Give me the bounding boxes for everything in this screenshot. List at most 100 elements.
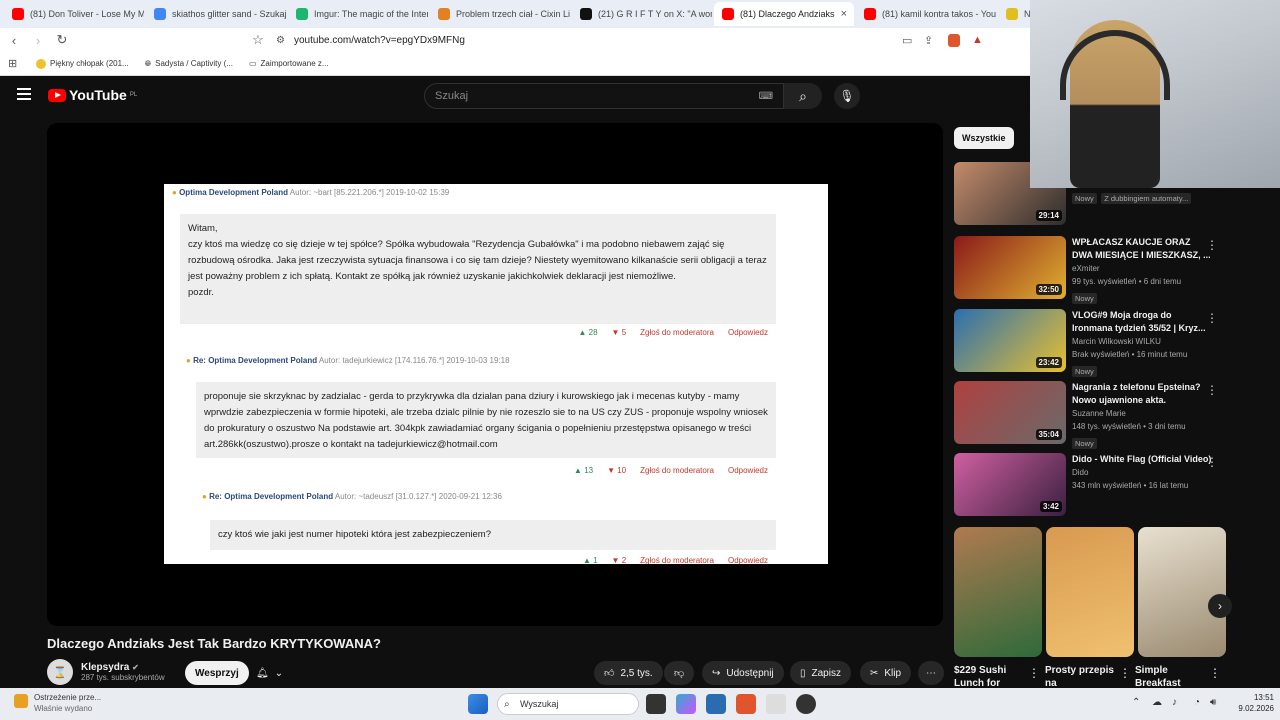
- emoji-icon: [36, 58, 46, 69]
- more-vert-icon[interactable]: ⋮: [1206, 311, 1218, 325]
- cast-icon[interactable]: ▭: [902, 34, 912, 47]
- apps-grid-icon[interactable]: ⊞: [8, 57, 17, 70]
- clip-button[interactable]: ✂ Klip: [860, 661, 912, 685]
- more-vert-icon[interactable]: ⋮: [1206, 238, 1218, 252]
- short-thumbnail[interactable]: [1046, 527, 1134, 657]
- channel-avatar[interactable]: ⌛: [47, 659, 73, 685]
- chevron-right-icon: ›: [1218, 599, 1222, 613]
- notification-toast[interactable]: Ostrzeżenie prze... Właśnie wydano: [14, 692, 101, 714]
- video-title[interactable]: WPŁACASZ KAUCJE ORAZ DWA MIESIĄCE I MIES…: [1072, 236, 1212, 262]
- keyboard-icon[interactable]: ⌨: [759, 91, 773, 102]
- browser-tab[interactable]: Imgur: The magic of the Interne: [288, 2, 428, 26]
- recommended-video[interactable]: 35:04 Nagrania z telefonu Epsteina? Nowo …: [954, 381, 1224, 449]
- speaker-icon[interactable]: 🔊︎: [1210, 697, 1216, 708]
- channel-name[interactable]: eXmiter: [1072, 262, 1212, 275]
- short-title[interactable]: Simple Breakfast: [1135, 664, 1205, 690]
- search-input[interactable]: Szukaj ⌨: [424, 83, 784, 109]
- hamburger-menu-icon[interactable]: [17, 88, 31, 100]
- browser-tab[interactable]: (81) Don Toliver - Lose My Min: [4, 2, 144, 26]
- bookmark-folder[interactable]: ▭ Zaimportowane z...: [249, 59, 329, 68]
- more-vert-icon[interactable]: ⋮: [1206, 455, 1218, 469]
- browser-tab[interactable]: (81) kamil kontra takos - YouTu: [856, 2, 996, 26]
- tab-favicon-icon: [864, 8, 876, 20]
- subscriber-count: 287 tys. subskrybentów: [81, 673, 165, 682]
- search-button[interactable]: ⌕: [784, 83, 822, 109]
- new-badge: Nowy: [1072, 293, 1097, 304]
- recommended-video[interactable]: 32:50 WPŁACASZ KAUCJE ORAZ DWA MIESIĄCE I…: [954, 236, 1224, 304]
- video-meta: Brak wyświetleń • 16 minut temu: [1072, 350, 1188, 359]
- task-view-icon[interactable]: [646, 694, 666, 714]
- video-meta: 148 tys. wyświetleń • 3 dni temu: [1072, 422, 1186, 431]
- store-icon[interactable]: [706, 694, 726, 714]
- video-info: VLOG#9 Moja droga do Ironmana tydzień 35…: [1072, 309, 1212, 379]
- video-title: Dlaczego Andziaks Jest Tak Bardzo KRYTYK…: [47, 636, 381, 651]
- brave-shield-icon[interactable]: [948, 33, 960, 47]
- tray-icon[interactable]: ♪: [1172, 697, 1177, 708]
- share-button[interactable]: ↪ Udostępnij: [702, 661, 784, 685]
- wifi-icon[interactable]: ◔: [1194, 697, 1200, 708]
- url-field[interactable]: ⚙ youtube.com/watch?v=epgYDx9MFNg: [270, 30, 910, 50]
- browser-tab[interactable]: skiathos glitter sand - Szukaj w: [146, 2, 286, 26]
- youtube-logo[interactable]: YouTube PL: [48, 87, 137, 103]
- short-thumbnail[interactable]: [954, 527, 1042, 657]
- video-thumbnail[interactable]: 32:50: [954, 236, 1066, 299]
- support-button[interactable]: Wesprzyj: [185, 661, 249, 685]
- taskbar-search-input[interactable]: ⌕ Wyszukaj: [497, 693, 639, 715]
- dislike-button[interactable]: 👎︎: [664, 661, 695, 685]
- video-thumbnail[interactable]: 23:42: [954, 309, 1066, 372]
- brave-browser-icon[interactable]: [736, 694, 756, 714]
- shorts-next-button[interactable]: ›: [1208, 594, 1232, 618]
- bookmark-item[interactable]: Piękny chłopak (201...: [36, 58, 129, 69]
- recommended-video[interactable]: 3:42 Dido - White Flag (Official Video) Di…: [954, 453, 1224, 519]
- more-vert-icon[interactable]: ⋮: [1206, 383, 1218, 397]
- video-meta: 343 mln wyświetleń • 16 lat temu: [1072, 481, 1189, 490]
- windows-start-icon[interactable]: [468, 694, 488, 714]
- recommended-video[interactable]: 23:42 VLOG#9 Moja droga do Ironmana tydzi…: [954, 309, 1224, 377]
- site-info-icon[interactable]: ⚙: [276, 35, 285, 46]
- save-button[interactable]: ▯ Zapisz: [790, 661, 851, 685]
- short-title[interactable]: $229 Sushi Lunch for: [954, 664, 1024, 690]
- bookmark-icon[interactable]: ☆: [248, 32, 268, 48]
- more-actions-button[interactable]: ⋯: [918, 661, 944, 685]
- forward-icon[interactable]: ›: [28, 33, 48, 48]
- tab-favicon-icon: [580, 8, 592, 20]
- tray-icon[interactable]: ☁: [1152, 697, 1162, 708]
- browser-tab[interactable]: Problem trzech ciał - Cixin Liu |: [430, 2, 570, 26]
- video-frame-forum-screenshot: ● Optima Development Poland Autor: ~bart…: [164, 184, 828, 564]
- search-icon: ⌕: [799, 87, 807, 104]
- channel-name[interactable]: Klepsydra ✔: [81, 662, 165, 673]
- app-icon[interactable]: [766, 694, 786, 714]
- browser-tab[interactable]: (21) G R I F T Y on X: "A woma: [572, 2, 712, 26]
- tab-favicon-icon: [438, 8, 450, 20]
- voice-search-button[interactable]: 🎙︎: [834, 83, 860, 109]
- channel-name[interactable]: Suzanne Marie: [1072, 407, 1212, 420]
- short-thumbnail[interactable]: [1138, 527, 1226, 657]
- channel-name[interactable]: Dido: [1072, 466, 1212, 479]
- new-badge: Nowy: [1072, 438, 1097, 449]
- obs-icon[interactable]: [796, 694, 816, 714]
- brave-rewards-icon[interactable]: ▲: [972, 34, 983, 46]
- video-info: WPŁACASZ KAUCJE ORAZ DWA MIESIĄCE I MIES…: [1072, 236, 1212, 306]
- system-tray-chevron-icon[interactable]: ⌃: [1132, 697, 1140, 708]
- share-icon[interactable]: ⇪: [924, 34, 933, 47]
- video-thumbnail[interactable]: 35:04: [954, 381, 1066, 444]
- video-title[interactable]: Dido - White Flag (Official Video): [1072, 453, 1212, 466]
- more-vert-icon[interactable]: ⋮: [1209, 666, 1221, 680]
- filter-chip-all[interactable]: Wszystkie: [954, 127, 1014, 149]
- notification-bell-button[interactable]: 🔔︎ ⌄: [246, 661, 293, 685]
- video-title[interactable]: VLOG#9 Moja droga do Ironmana tydzień 35…: [1072, 309, 1212, 335]
- close-tab-icon[interactable]: ×: [841, 8, 847, 20]
- browser-tab[interactable]: (81) Dlaczego Andziaks ×: [714, 2, 854, 26]
- copilot-icon[interactable]: [676, 694, 696, 714]
- more-vert-icon[interactable]: ⋮: [1119, 666, 1131, 680]
- bookmark-item[interactable]: 🌐︎ Sadysta / Captivity (...: [145, 59, 233, 69]
- channel-name[interactable]: Marcin Wilkowski WILKU: [1072, 335, 1212, 348]
- more-vert-icon[interactable]: ⋮: [1028, 666, 1040, 680]
- like-button[interactable]: 👍︎ 2,5 tys.: [594, 661, 663, 685]
- video-thumbnail[interactable]: 3:42: [954, 453, 1066, 516]
- short-title[interactable]: Prosty przepis na: [1045, 664, 1115, 690]
- back-icon[interactable]: ‹: [4, 33, 24, 48]
- video-title[interactable]: Nagrania z telefonu Epsteina? Nowo ujawn…: [1072, 381, 1212, 407]
- system-clock[interactable]: 13:51 9.02.2026: [1238, 692, 1274, 714]
- reload-icon[interactable]: ↻: [52, 32, 72, 48]
